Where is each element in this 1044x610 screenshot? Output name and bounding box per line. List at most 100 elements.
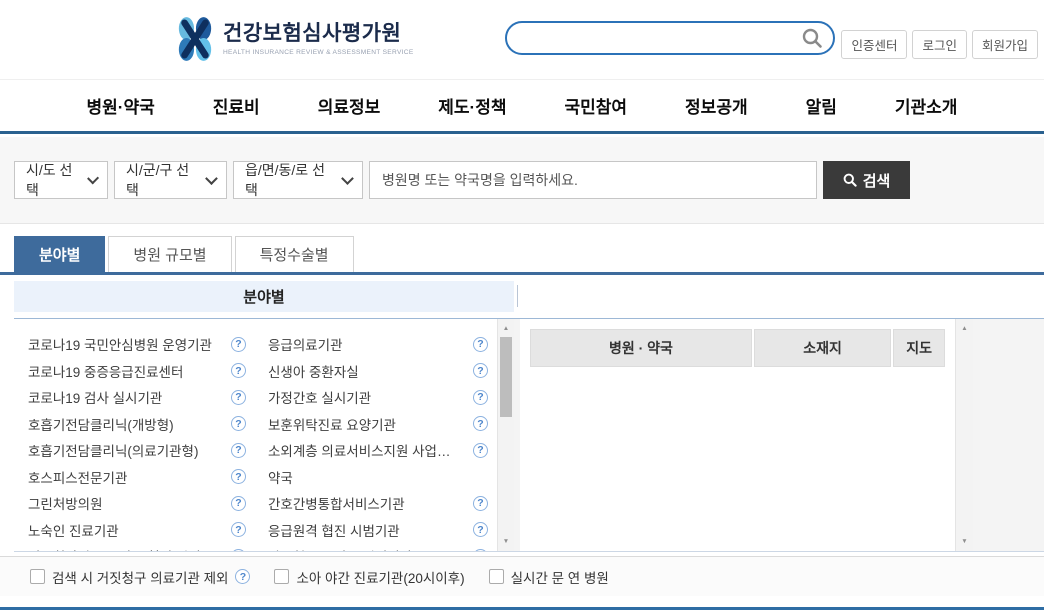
scroll-up-icon[interactable]: [498, 322, 514, 335]
global-search-input[interactable]: [522, 29, 801, 47]
keyword-input[interactable]: [369, 161, 817, 199]
search-icon: [843, 173, 857, 187]
category-item[interactable]: 신생아 중환자실: [268, 358, 488, 385]
category-item[interactable]: 자문형 호스피스 시범기관: [268, 543, 488, 552]
category-item[interactable]: 약국: [268, 464, 488, 491]
nav-item[interactable]: 정보공개: [656, 93, 777, 118]
category-item[interactable]: 호스피스전문기관: [28, 464, 246, 491]
category-column-1: 코로나19 국민안심병원 운영기관 코로나19 중증응급진료센터 코로나19 검…: [28, 331, 246, 552]
nav-item[interactable]: 병원·약국: [58, 93, 184, 118]
utility-button[interactable]: 로그인: [912, 30, 967, 59]
nav-item[interactable]: 의료정보: [289, 93, 410, 118]
category-column-2: 응급의료기관 신생아 중환자실 가정간호 실시기관 보훈위탁진료 요양기관 소외…: [268, 331, 488, 552]
category-item[interactable]: 응급의료기관: [268, 331, 488, 358]
category-label: 신생아 중환자실: [268, 361, 359, 381]
category-label: 호스피스전문기관: [28, 467, 127, 487]
category-label: 의료취약지 응급의료 협진 시범: [28, 546, 201, 552]
category-label: 호흡기전담클리닉(개방형): [28, 414, 174, 434]
category-item[interactable]: 노숙인 진료기관: [28, 517, 246, 544]
results-column-header: 지도: [893, 329, 945, 367]
tab[interactable]: 분야별: [14, 236, 105, 272]
category-item[interactable]: 응급원격 협진 시범기관: [268, 517, 488, 544]
help-icon[interactable]: [231, 549, 246, 552]
category-item[interactable]: 그린처방의원: [28, 490, 246, 517]
nav-item[interactable]: 국민참여: [535, 93, 656, 118]
help-icon[interactable]: [231, 496, 246, 511]
category-item[interactable]: 호흡기전담클리닉(의료기관형): [28, 437, 246, 464]
category-item[interactable]: 가정간호 실시기관: [268, 384, 488, 411]
help-icon[interactable]: [231, 363, 246, 378]
nav-item[interactable]: 진료비: [184, 93, 289, 118]
checkbox-label: 실시간 문 연 병원: [511, 567, 609, 587]
results-panel: 병원 · 약국 소재지 지도: [514, 318, 1044, 552]
help-icon[interactable]: [231, 416, 246, 431]
filter-checkbox-item[interactable]: 실시간 문 연 병원: [489, 567, 609, 587]
search-button[interactable]: 검색: [823, 161, 910, 199]
category-label: 간호간병통합서비스기관: [268, 493, 405, 513]
help-icon[interactable]: [473, 390, 488, 405]
search-icon[interactable]: [801, 27, 823, 49]
help-icon[interactable]: [231, 390, 246, 405]
category-item[interactable]: 소외계층 의료서비스지원 사업…: [268, 437, 488, 464]
checkbox-label: 검색 시 거짓청구 의료기관 제외: [52, 567, 228, 587]
help-icon[interactable]: [231, 337, 246, 352]
category-label: 호흡기전담클리닉(의료기관형): [28, 440, 198, 460]
category-item[interactable]: 코로나19 중증응급진료센터: [28, 358, 246, 385]
scroll-down-icon[interactable]: [956, 535, 973, 548]
help-icon[interactable]: [231, 522, 246, 537]
results-column-header: 소재지: [754, 329, 891, 367]
tab[interactable]: 병원 규모별: [108, 236, 231, 272]
site-header: 건강보험심사평가원 HEALTH INSURANCE REVIEW & ASSE…: [0, 0, 1044, 80]
help-icon[interactable]: [235, 569, 250, 584]
help-icon[interactable]: [473, 496, 488, 511]
help-icon[interactable]: [473, 549, 488, 552]
nav-item[interactable]: 제도·정책: [409, 93, 535, 118]
tab[interactable]: 특정수술별: [235, 236, 354, 272]
checkbox-label: 소아 야간 진료기관(20시이후): [296, 567, 464, 587]
logo[interactable]: 건강보험심사평가원 HEALTH INSURANCE REVIEW & ASSE…: [176, 15, 414, 63]
utility-button[interactable]: 회원가입: [972, 30, 1038, 59]
help-icon[interactable]: [231, 443, 246, 458]
dong-select-value: 읍/면/동/로 선택: [245, 160, 335, 200]
filter-checkbox-item[interactable]: 소아 야간 진료기관(20시이후): [274, 567, 464, 587]
category-label: 그린처방의원: [28, 493, 103, 513]
nav-item[interactable]: 기관소개: [866, 93, 987, 118]
category-item[interactable]: 의료취약지 응급의료 협진 시범: [28, 543, 246, 552]
checkbox[interactable]: [30, 569, 45, 584]
category-item[interactable]: 보훈위탁진료 요양기관: [268, 411, 488, 438]
help-icon[interactable]: [473, 522, 488, 537]
sido-select-value: 시/도 선택: [26, 160, 81, 200]
sigungu-select[interactable]: 시/군/구 선택: [114, 161, 227, 199]
dong-select[interactable]: 읍/면/동/로 선택: [233, 161, 363, 199]
checkbox[interactable]: [489, 569, 504, 584]
results-scrollbar[interactable]: [955, 319, 973, 551]
chevron-down-icon: [341, 172, 354, 185]
help-icon[interactable]: [473, 416, 488, 431]
category-item[interactable]: 간호간병통합서비스기관: [268, 490, 488, 517]
category-label: 자문형 호스피스 시범기관: [268, 546, 412, 552]
help-icon[interactable]: [473, 443, 488, 458]
category-label: 소외계층 의료서비스지원 사업…: [268, 440, 450, 460]
scroll-down-icon[interactable]: [498, 535, 514, 548]
footer-filter-bar: 검색 시 거짓청구 의료기관 제외 소아 야간 진료기관(20시이후) 실시간 …: [0, 556, 1044, 596]
panel-divider: [517, 285, 518, 307]
category-label: 코로나19 국민안심병원 운영기관: [28, 334, 212, 354]
category-label: 응급원격 협진 시범기관: [268, 520, 400, 540]
utility-buttons: 인증센터 로그인 회원가입: [841, 30, 1038, 59]
category-item[interactable]: 호흡기전담클리닉(개방형): [28, 411, 246, 438]
checkbox[interactable]: [274, 569, 289, 584]
help-icon[interactable]: [473, 337, 488, 352]
category-item[interactable]: 코로나19 검사 실시기관: [28, 384, 246, 411]
sido-select[interactable]: 시/도 선택: [14, 161, 108, 199]
utility-button[interactable]: 인증센터: [841, 30, 907, 59]
category-scrollbar[interactable]: [497, 319, 514, 551]
help-icon[interactable]: [231, 469, 246, 484]
scrollbar-thumb[interactable]: [500, 337, 512, 417]
nav-item[interactable]: 알림: [777, 93, 866, 118]
search-filter-bar: 시/도 선택 시/군/구 선택 읍/면/동/로 선택 검색: [0, 137, 1044, 224]
category-item[interactable]: 코로나19 국민안심병원 운영기관: [28, 331, 246, 358]
filter-checkbox-item[interactable]: 검색 시 거짓청구 의료기관 제외: [30, 567, 250, 587]
scroll-up-icon[interactable]: [956, 322, 973, 335]
category-panel-header: 분야별: [14, 281, 514, 312]
help-icon[interactable]: [473, 363, 488, 378]
